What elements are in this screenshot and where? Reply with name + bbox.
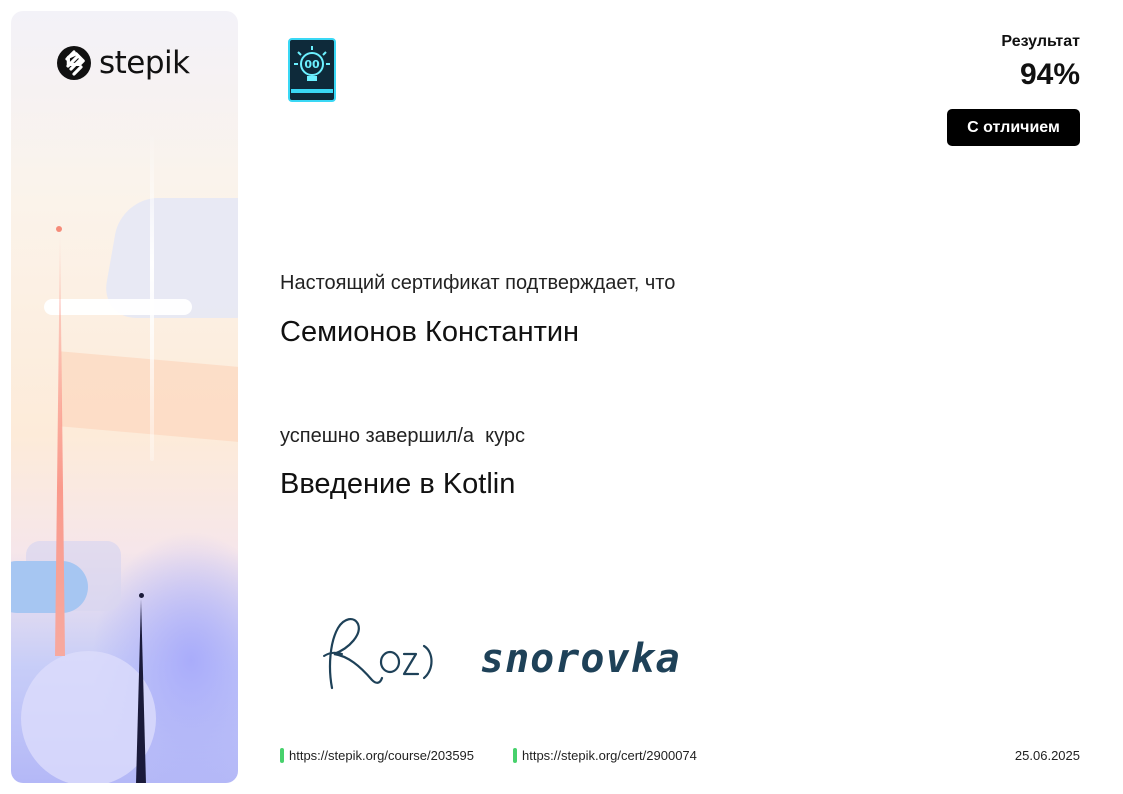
- svg-text:00: 00: [304, 58, 320, 71]
- certificate-url[interactable]: https://stepik.org/cert/2900074: [522, 748, 697, 763]
- link-marker: [280, 748, 284, 763]
- decorative-side-panel: [11, 11, 238, 783]
- completion-text: успешно завершил/а курс: [280, 425, 525, 447]
- stepik-wordmark: stepik: [99, 45, 190, 81]
- decor-white-bar: [44, 299, 192, 315]
- course-link[interactable]: https://stepik.org/course/203595: [280, 748, 474, 763]
- course-url[interactable]: https://stepik.org/course/203595: [289, 748, 474, 763]
- result-label: Результат: [1001, 33, 1080, 50]
- decor-red-dot: [56, 226, 62, 232]
- decor-dark-dot: [139, 593, 144, 598]
- link-marker: [513, 748, 517, 763]
- decor-circle: [21, 651, 156, 783]
- stepik-logo: stepik: [57, 46, 190, 80]
- signature-snorovka: snorovka: [480, 636, 681, 682]
- recipient-name: Семионов Константин: [280, 316, 580, 348]
- decor-white-line: [150, 131, 154, 461]
- confirmation-text: Настоящий сертификат подтверждает, что: [280, 272, 676, 294]
- course-title: Введение в Kotlin: [280, 468, 516, 500]
- certificate-page: stepik 00 Результат 94% С отличием Насто…: [0, 0, 1123, 794]
- stepik-s-icon: [57, 46, 91, 80]
- signature-roz: [320, 612, 440, 694]
- book-lightbulb-icon: 00: [288, 38, 336, 102]
- distinction-badge: С отличием: [947, 109, 1080, 146]
- result-score: 94%: [1019, 58, 1080, 91]
- decor-blue-pill: [11, 561, 88, 613]
- issue-date: 25.06.2025: [1014, 748, 1080, 763]
- certificate-link[interactable]: https://stepik.org/cert/2900074: [513, 748, 697, 763]
